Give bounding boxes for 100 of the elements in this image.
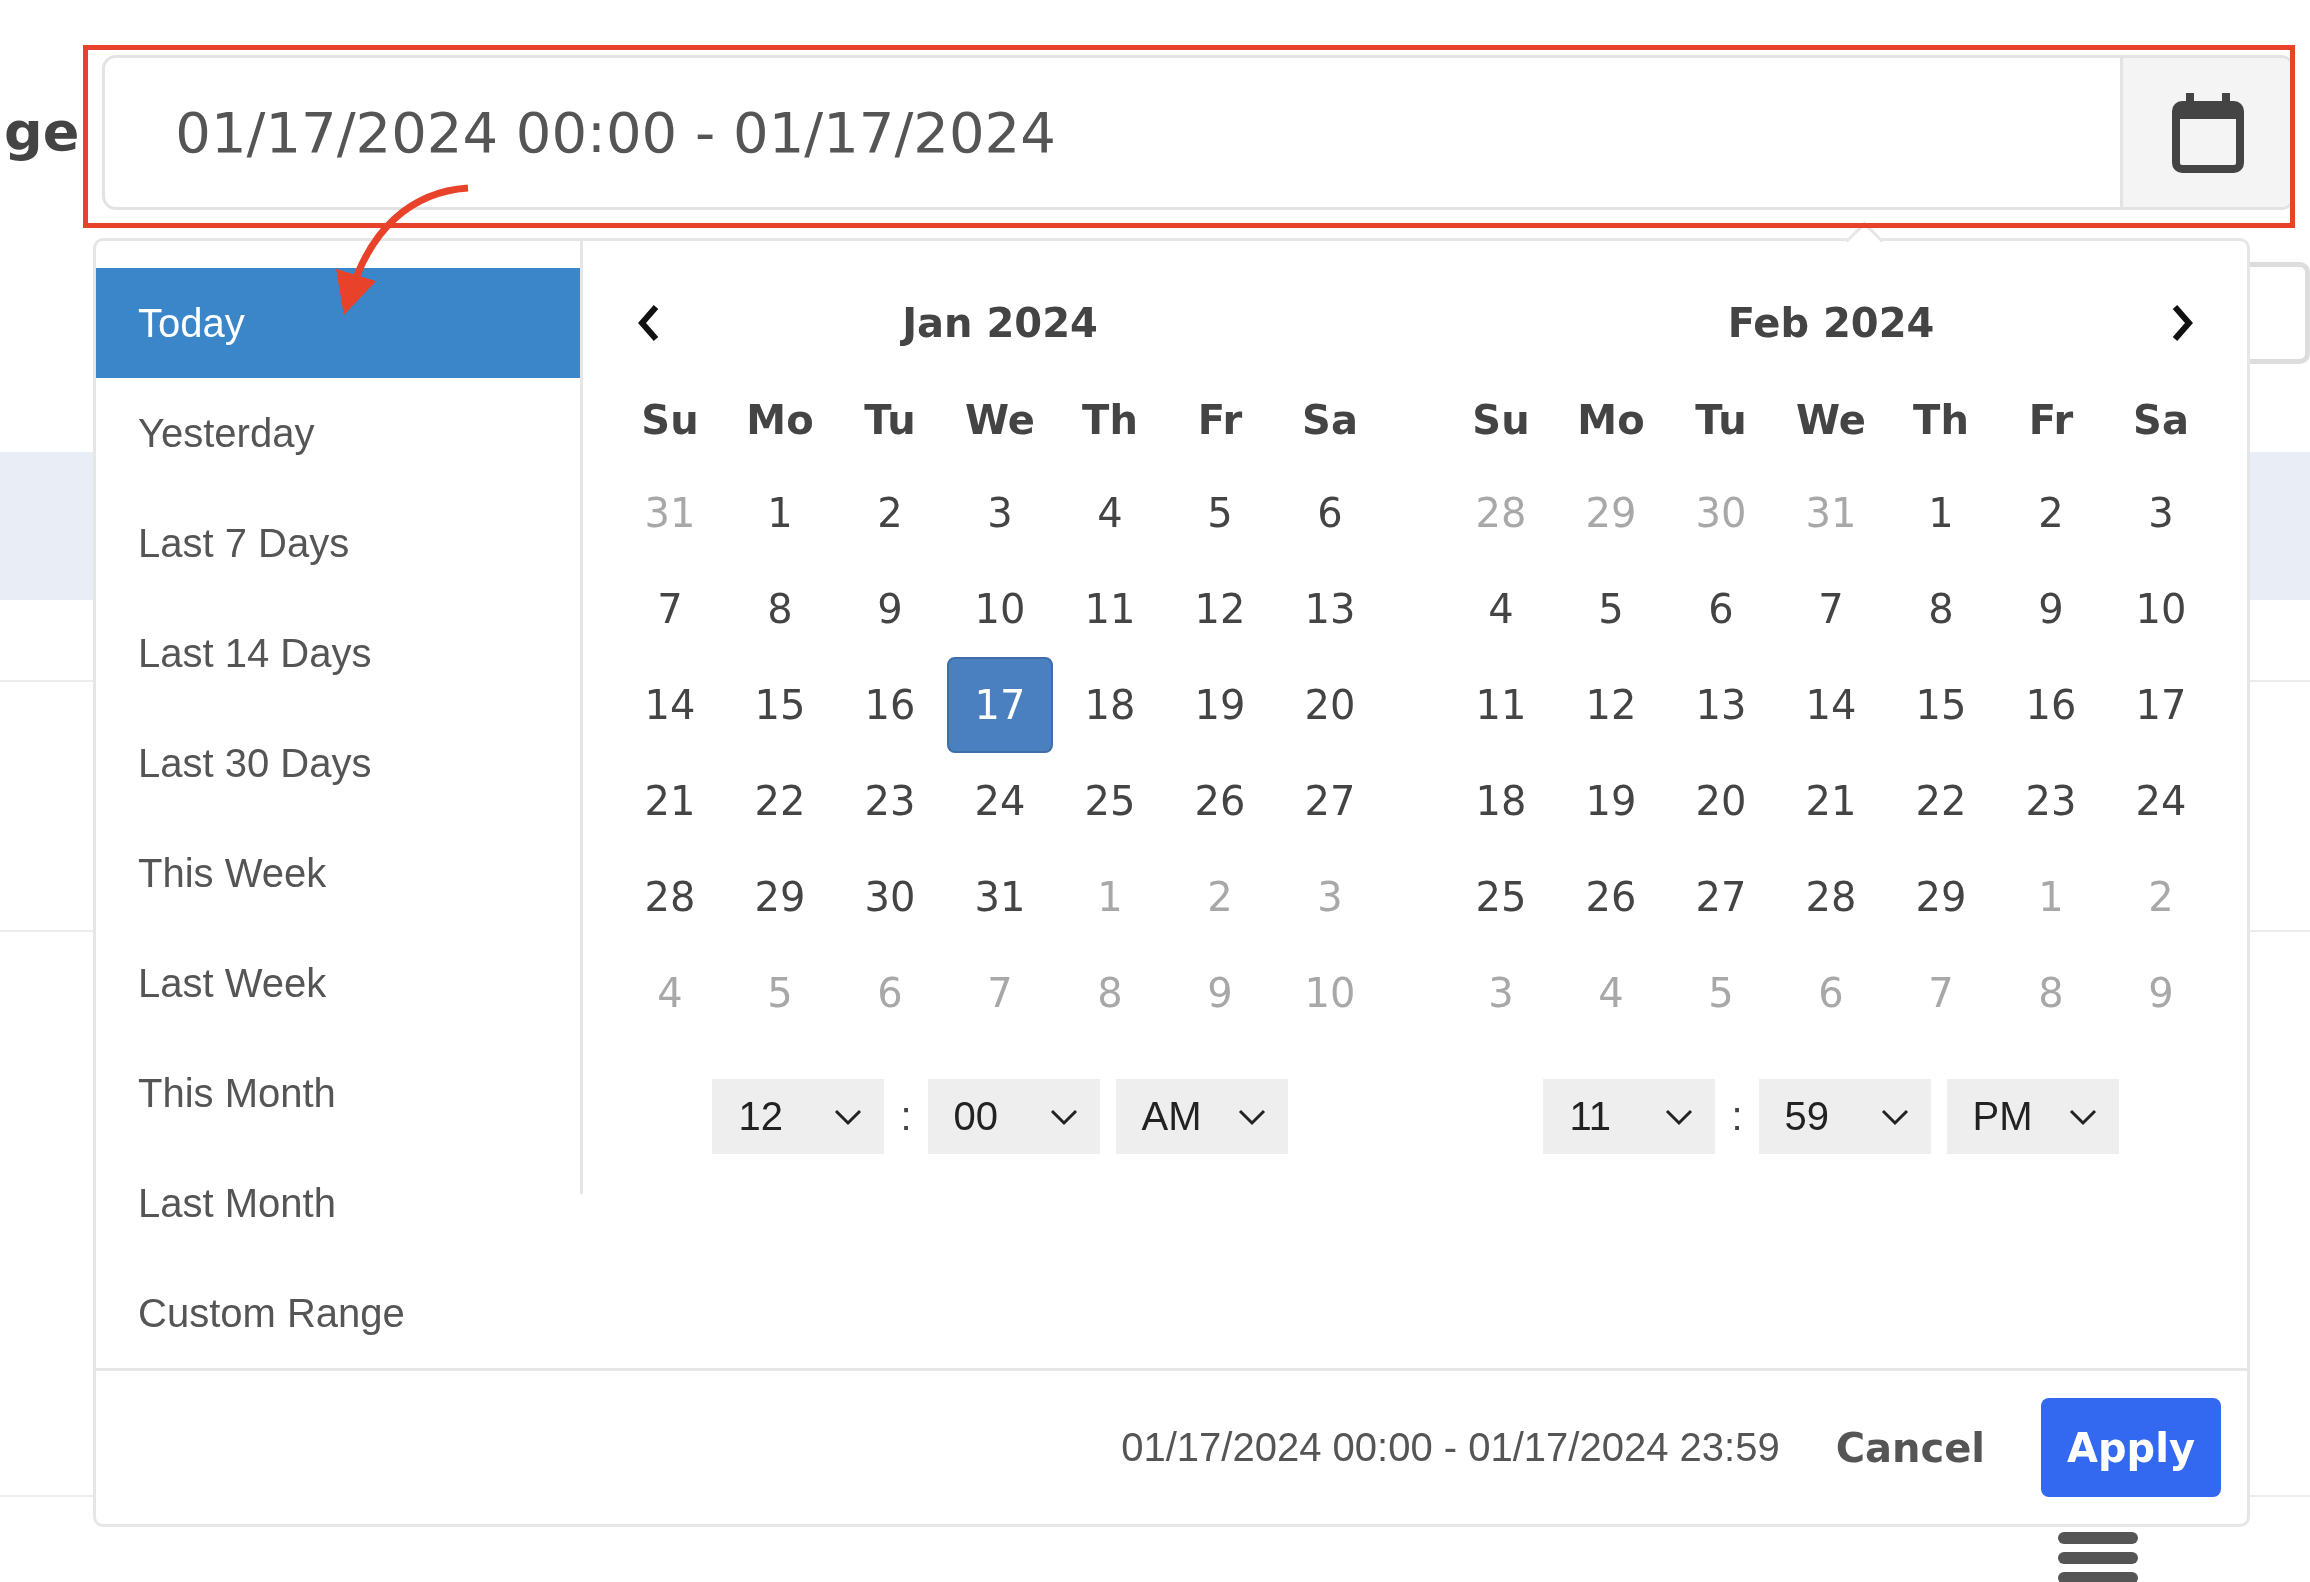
calendar-day[interactable]: 17 [947,657,1053,753]
calendar-day[interactable]: 18 [1057,657,1163,753]
range-option[interactable]: Last 14 Days [96,598,580,708]
calendar-day[interactable]: 7 [617,561,723,657]
weekday-header: Mo [745,396,815,445]
weekday-header: Tu [1694,396,1748,445]
weekday-header: Su [640,396,700,445]
calendar-day[interactable]: 23 [1998,753,2104,849]
weekday-header: Sa [1301,396,1359,445]
weekday-header: We [964,396,1036,445]
calendar-day[interactable]: 3 [2108,465,2214,561]
calendar-day[interactable]: 31 [947,849,1053,945]
range-option[interactable]: Last Week [96,928,580,1038]
calendar-day[interactable]: 8 [1888,561,1994,657]
cancel-button[interactable]: Cancel [1835,1424,1985,1471]
range-option[interactable]: Yesterday [96,378,580,488]
calendar-day[interactable]: 22 [1888,753,1994,849]
calendar-day[interactable]: 11 [1448,657,1554,753]
calendar-day[interactable]: 12 [1167,561,1273,657]
calendar-day[interactable]: 19 [1558,753,1664,849]
month-title: Feb 2024 [1727,300,1935,346]
calendar-day[interactable]: 4 [1448,561,1554,657]
minute-select[interactable]: 00 [927,1079,1100,1154]
calendar-day[interactable]: 16 [1998,657,2104,753]
calendar-day[interactable]: 15 [727,657,833,753]
calendar-day[interactable]: 3 [947,465,1053,561]
calendar-day[interactable]: 7 [1778,561,1884,657]
calendar-day[interactable]: 11 [1057,561,1163,657]
range-option[interactable]: This Month [96,1038,580,1148]
range-option[interactable]: Custom Range [96,1258,580,1368]
weekday-header: Su [1471,396,1531,445]
weekday-header: We [1795,396,1867,445]
calendar-day[interactable]: 9 [1998,561,2104,657]
calendar-day[interactable]: 19 [1167,657,1273,753]
calendar-day[interactable]: 29 [1888,849,1994,945]
range-option[interactable]: This Week [96,818,580,928]
calendar-day[interactable]: 25 [1057,753,1163,849]
calendar-day[interactable]: 30 [837,849,943,945]
calendar-day[interactable]: 10 [2108,561,2214,657]
calendar-day[interactable]: 28 [1778,849,1884,945]
calendar-day[interactable]: 4 [1057,465,1163,561]
calendar-day[interactable]: 26 [1167,753,1273,849]
chevron-down-icon [834,1107,863,1126]
calendar-button[interactable] [2120,58,2293,207]
range-option[interactable]: Last 7 Days [96,488,580,598]
calendar-day[interactable]: 22 [727,753,833,849]
calendar-day[interactable]: 24 [947,753,1053,849]
calendar-day[interactable]: 8 [727,561,833,657]
calendar-day[interactable]: 18 [1448,753,1554,849]
calendar-day[interactable]: 16 [837,657,943,753]
calendar-day[interactable]: 2 [1998,465,2104,561]
hour-select[interactable]: 11 [1543,1079,1716,1154]
menu-icon[interactable] [2058,1530,2138,1582]
weekday-header: Fr [2027,396,2075,445]
calendar-day[interactable]: 6 [1277,465,1383,561]
ampm-select[interactable]: PM [1946,1079,2119,1154]
time-separator: : [900,1094,912,1139]
calendar-day[interactable]: 23 [837,753,943,849]
calendar-day[interactable]: 17 [2108,657,2214,753]
calendar-day[interactable]: 20 [1668,753,1774,849]
apply-button[interactable]: Apply [2041,1398,2221,1497]
month-title: Jan 2024 [902,300,1098,346]
calendar-day[interactable]: 26 [1558,849,1664,945]
weekday-header: Mo [1576,396,1646,445]
calendar-day[interactable]: 5 [1558,561,1664,657]
calendar-day[interactable]: 2 [837,465,943,561]
calendar-day[interactable]: 13 [1277,561,1383,657]
chevron-down-icon [1665,1107,1694,1126]
calendar-day[interactable]: 21 [1778,753,1884,849]
calendar-day[interactable]: 14 [617,657,723,753]
calendar-day[interactable]: 9 [837,561,943,657]
range-option[interactable]: Last 30 Days [96,708,580,818]
ampm-select[interactable]: AM [1115,1079,1288,1154]
calendar-day[interactable]: 27 [1277,753,1383,849]
hour-select[interactable]: 12 [712,1079,885,1154]
calendar-day[interactable]: 20 [1277,657,1383,753]
calendar-day[interactable]: 5 [1167,465,1273,561]
chevron-down-icon [1880,1107,1909,1126]
calendar-day[interactable]: 21 [617,753,723,849]
calendar-day[interactable]: 6 [1668,561,1774,657]
calendar-day[interactable]: 10 [947,561,1053,657]
range-option[interactable]: Today [96,268,580,378]
calendar-day[interactable]: 27 [1668,849,1774,945]
minute-select[interactable]: 59 [1758,1079,1931,1154]
weekday-header: Th [1912,396,1970,445]
calendar-day[interactable]: 29 [727,849,833,945]
calendar-day[interactable]: 15 [1888,657,1994,753]
calendar-day[interactable]: 1 [1888,465,1994,561]
chevron-down-icon [1049,1107,1078,1126]
calendar-day[interactable]: 25 [1448,849,1554,945]
calendar-day[interactable]: 28 [617,849,723,945]
calendar-day[interactable]: 12 [1558,657,1664,753]
weekday-header: Fr [1196,396,1244,445]
calendar-day[interactable]: 13 [1668,657,1774,753]
calendar-icon [2171,92,2244,173]
calendar-day[interactable]: 1 [727,465,833,561]
range-option[interactable]: Last Month [96,1148,580,1258]
calendar-day[interactable]: 14 [1778,657,1884,753]
calendar-day[interactable]: 24 [2108,753,2214,849]
selected-range-text: 01/17/2024 00:00 - 01/17/2024 23:59 [1121,1425,1780,1470]
